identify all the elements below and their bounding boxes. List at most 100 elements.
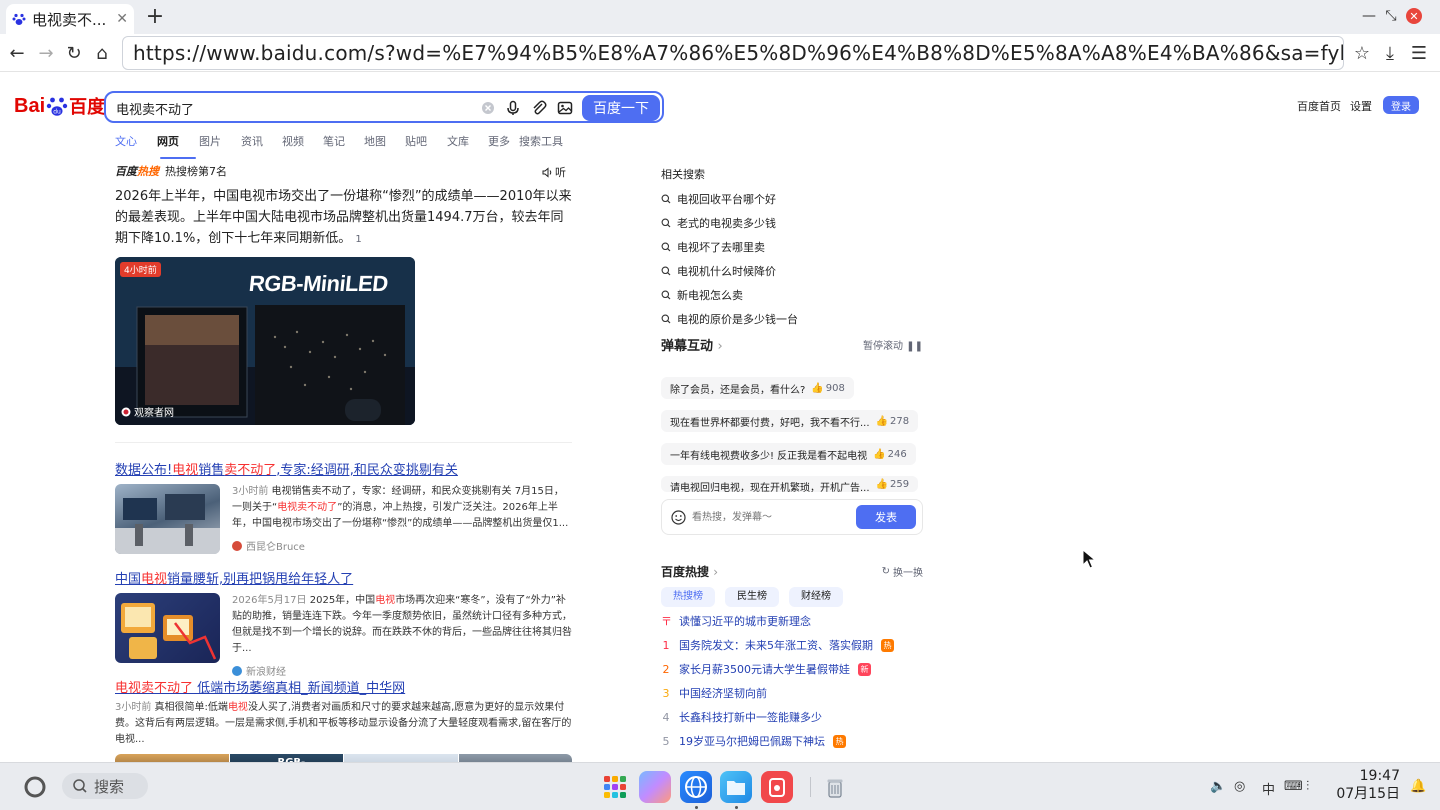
tab-notes[interactable]: 笔记	[323, 133, 364, 153]
start-menu-icon[interactable]	[24, 776, 46, 798]
menu-icon[interactable]: ☰	[1408, 42, 1430, 64]
result-title-link[interactable]: 中国电视销量腰斩,别再把锅甩给年轻人了	[115, 568, 572, 587]
time-badge: 4小时前	[120, 262, 161, 277]
trash-icon[interactable]	[819, 771, 851, 803]
tab-more[interactable]: 更多	[488, 133, 519, 153]
attachment-icon[interactable]	[530, 99, 548, 117]
clock[interactable]: 19:47 07月15日	[1330, 767, 1400, 803]
send-button[interactable]: 发表	[856, 505, 916, 529]
reference-marker[interactable]: 1	[355, 234, 361, 245]
address-bar[interactable]: https://www.baidu.com/s?wd=%E7%94%B5%E8%…	[122, 36, 1344, 70]
network-icon[interactable]: ◎	[1234, 779, 1245, 794]
related-item[interactable]: 电视机什么时候降价	[661, 264, 961, 278]
hotlist-item[interactable]: 5 19岁亚马尔把姆巴佩踢下神坛热	[661, 729, 923, 753]
settings-link[interactable]: 设置	[1350, 98, 1372, 114]
forward-arrow-icon[interactable]: →	[35, 42, 57, 64]
refresh-button[interactable]: ↻ 换一换	[882, 564, 923, 579]
tab-tieba[interactable]: 贴吧	[405, 133, 447, 153]
pin-icon: 〒	[661, 615, 672, 628]
related-item[interactable]: 电视的原价是多少钱一台	[661, 312, 961, 326]
hot-summary: 2026年上半年，中国电视市场交出了一份堪称“惨烈”的成绩单——2010年以来的…	[115, 189, 572, 246]
search-input[interactable]	[116, 97, 476, 119]
like-count[interactable]: 👍 908	[811, 383, 845, 394]
related-item[interactable]: 电视坏了去哪里卖	[661, 240, 961, 254]
settings-slider-icon[interactable]: ⫶	[1306, 779, 1309, 794]
result-thumbnail[interactable]	[115, 484, 220, 554]
search-button[interactable]: 百度一下	[582, 95, 660, 121]
home-icon[interactable]: ⌂	[91, 42, 113, 64]
volume-icon[interactable]: 🔈	[1210, 779, 1226, 794]
danmu-title[interactable]: 弹幕互动 ›	[661, 335, 723, 354]
hotlist-title[interactable]: 百度热搜 ›	[661, 563, 718, 580]
baidu-logo[interactable]: Bai du 百度	[14, 92, 105, 120]
record-app-icon[interactable]	[761, 771, 793, 803]
tab-livelihood[interactable]: 民生榜	[725, 587, 779, 607]
result-source[interactable]: 新浪财经	[232, 663, 572, 678]
dock-divider	[810, 777, 811, 797]
tab-web[interactable]: 网页	[157, 133, 199, 159]
hot-brand: 百度热搜	[115, 165, 159, 178]
minimize-icon[interactable]: —	[1359, 6, 1379, 26]
related-item[interactable]: 新电视怎么卖	[661, 288, 961, 302]
related-item[interactable]: 电视回收平台哪个好	[661, 192, 961, 206]
hotlist-item[interactable]: 3 中国经济坚韧向前	[661, 681, 923, 705]
tab-finance[interactable]: 财经榜	[789, 587, 843, 607]
keyboard-icon[interactable]: ⌨	[1284, 779, 1303, 794]
like-count[interactable]: 👍 278	[876, 416, 910, 427]
back-arrow-icon[interactable]: ←	[6, 42, 28, 64]
danmu-bullet[interactable]: 一年有线电视费收多少! 反正我是看不起电视 👍 246	[661, 443, 916, 465]
image-search-icon[interactable]	[556, 99, 574, 117]
tab-news[interactable]: 资讯	[241, 133, 282, 153]
download-icon[interactable]: ⤓	[1379, 42, 1401, 64]
tab-hot[interactable]: 热搜榜	[661, 587, 715, 607]
danmu-bullet[interactable]: 除了会员，还是会员，看什么? 👍 908	[661, 377, 854, 399]
login-button[interactable]: 登录	[1383, 96, 1419, 114]
tab-close-icon[interactable]: ✕	[116, 11, 128, 27]
result-title-link[interactable]: 数据公布!电视销售卖不动了,专家:经调研,和民众变挑剔有关	[115, 459, 572, 478]
reload-icon[interactable]: ↻	[63, 42, 85, 64]
hotlist-item[interactable]: 1 国务院发文：未来5年涨工资、落实假期热	[661, 633, 923, 657]
danmu-bullet[interactable]: 现在看世界杯都要付费，好吧，我不看不行... 👍 278	[661, 410, 919, 432]
tab-map[interactable]: 地图	[364, 133, 405, 153]
tab-wenku[interactable]: 文库	[447, 133, 488, 153]
tab-images[interactable]: 图片	[199, 133, 241, 153]
tab-search-tools[interactable]: 搜索工具	[519, 133, 579, 153]
pause-icon: ❚❚	[906, 340, 923, 352]
thumbs-up-icon: 👍	[811, 382, 824, 394]
result-title-link[interactable]: 电视卖不动了 低端市场萎缩真相_新闻频道_中华网	[115, 677, 572, 696]
listen-button[interactable]: 听	[542, 164, 566, 180]
taskbar-search[interactable]: 搜索	[62, 773, 148, 799]
danmu-input[interactable]	[692, 509, 842, 525]
hot-image[interactable]: RGB-MiniLED 4小时前 观察者网	[115, 257, 415, 425]
baidu-home-link[interactable]: 百度首页	[1297, 98, 1341, 114]
hotlist-pinned-item[interactable]: 〒读懂习近平的城市更新理念	[661, 609, 923, 633]
pause-scroll-button[interactable]: 暂停滚动 ❚❚	[863, 337, 923, 352]
ime-indicator[interactable]: 中	[1262, 779, 1275, 798]
baidu-paw-icon: du	[46, 97, 68, 116]
result-thumbnail[interactable]	[115, 593, 220, 663]
tab-video[interactable]: 视频	[282, 133, 323, 153]
like-count[interactable]: 👍 246	[873, 449, 907, 460]
browser-app-icon[interactable]	[680, 771, 712, 803]
emoji-icon[interactable]	[671, 510, 686, 525]
bookmark-star-icon[interactable]: ☆	[1351, 42, 1373, 64]
like-count[interactable]: 👍 259	[876, 479, 910, 490]
search-box: 百度一下	[104, 91, 664, 123]
restore-icon[interactable]: ⤡	[1381, 6, 1401, 26]
notification-bell-icon[interactable]: 🔔	[1410, 779, 1426, 794]
assistant-app-icon[interactable]	[639, 771, 671, 803]
hotlist-item[interactable]: 2 家长月薪3500元请大学生暑假带娃新	[661, 657, 923, 681]
microphone-icon[interactable]	[504, 99, 522, 117]
browser-tab[interactable]: 电视卖不... ✕	[6, 4, 134, 34]
thumbs-up-icon: 👍	[875, 415, 888, 427]
tab-wenxin[interactable]: 文心	[115, 133, 157, 153]
app-launcher-icon[interactable]	[599, 771, 631, 803]
hotlist-item[interactable]: 4 长鑫科技打新中一签能赚多少	[661, 705, 923, 729]
new-tab-icon[interactable]: +	[144, 4, 166, 30]
related-item[interactable]: 老式的电视卖多少钱	[661, 216, 961, 230]
close-window-icon[interactable]: ✕	[1406, 8, 1422, 24]
file-manager-icon[interactable]	[720, 771, 752, 803]
danmu-bullet[interactable]: 请电视回归电视，现在开机繁琐，开机广告... 👍 259	[661, 476, 919, 492]
clear-icon[interactable]	[479, 99, 497, 117]
result-source[interactable]: 西昆仑Bruce	[232, 538, 572, 553]
